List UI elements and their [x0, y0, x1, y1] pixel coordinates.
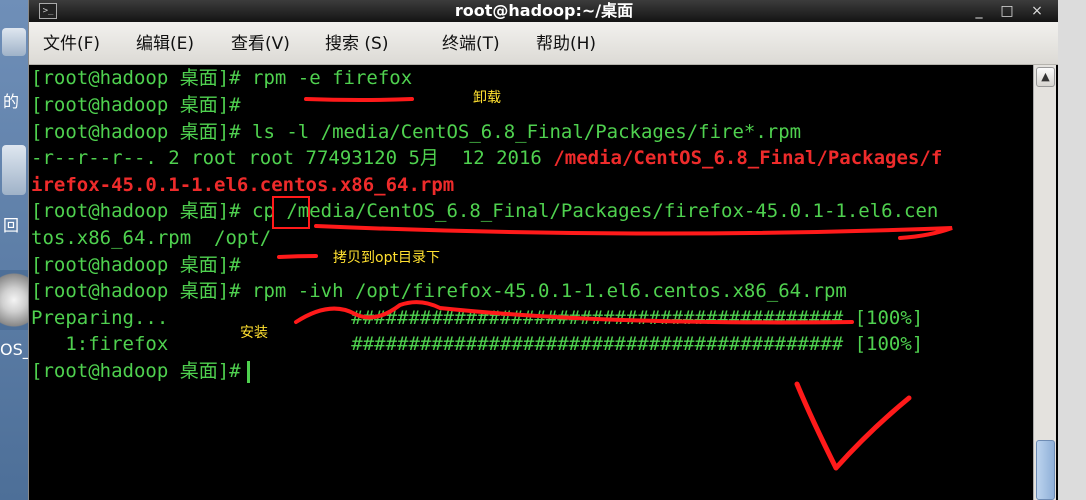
terminal-line: tos.x86_64.rpm /opt/	[31, 227, 272, 249]
terminal-line: [root@hadoop 桌面]# rpm -ivh /opt/firefox-…	[31, 280, 847, 302]
maximize-button[interactable]: □	[995, 0, 1019, 22]
terminal-line: -r--r--r--. 2 root root 77493120 5月 12 2…	[31, 147, 943, 169]
window-title: root@hadoop:~/桌面	[454, 1, 634, 20]
terminal-output[interactable]: [root@hadoop 桌面]# rpm -e firefox [root@h…	[29, 65, 1033, 500]
terminal-line: irefox-45.0.1-1.el6.centos.x86_64.rpm	[31, 174, 455, 196]
terminal-line: [root@hadoop 桌面]#	[31, 358, 250, 385]
terminal-line: 1:firefox ##############################…	[31, 333, 924, 355]
title-bar[interactable]: >_ root@hadoop:~/桌面 _ □ ×	[29, 0, 1059, 22]
close-button[interactable]: ×	[1025, 0, 1049, 22]
vertical-scrollbar[interactable]: ▲	[1033, 65, 1056, 500]
terminal-line: [root@hadoop 桌面]# rpm -e firefox	[31, 67, 413, 89]
desktop-label-2: 回	[3, 216, 20, 235]
text-cursor	[246, 360, 250, 383]
desktop-label-1: 的	[3, 92, 20, 111]
menu-help[interactable]: 帮助(H)	[536, 22, 596, 66]
terminal-line: Preparing... ###########################…	[31, 307, 924, 329]
terminal-line: [root@hadoop 桌面]#	[31, 254, 241, 276]
terminal-line: [root@hadoop 桌面]#	[31, 94, 241, 116]
menu-terminal[interactable]: 终端(T)	[442, 22, 500, 66]
annotation-uninstall: 卸载	[473, 90, 501, 106]
terminal-line: [root@hadoop 桌面]# cp /media/CentOS_6.8_F…	[31, 200, 939, 222]
menu-view[interactable]: 查看(V)	[231, 22, 290, 66]
menu-search[interactable]: 搜索 (S)	[325, 22, 388, 66]
desktop-right-edge	[1058, 0, 1086, 500]
disc-icon[interactable]	[0, 270, 30, 330]
terminal-window: >_ root@hadoop:~/桌面 _ □ × 文件(F) 编辑(E) 查看…	[28, 0, 1059, 500]
annotation-install: 安装	[240, 325, 268, 341]
terminal-line: [root@hadoop 桌面]# ls -l /media/CentOS_6.…	[31, 121, 802, 143]
scroll-thumb[interactable]	[1036, 440, 1055, 500]
menu-file[interactable]: 文件(F)	[43, 22, 100, 66]
menu-bar: 文件(F) 编辑(E) 查看(V) 搜索 (S) 终端(T) 帮助(H)	[29, 22, 1059, 65]
scroll-up-arrow-icon[interactable]: ▲	[1036, 67, 1055, 87]
menu-edit[interactable]: 编辑(E)	[136, 22, 194, 66]
folder-icon[interactable]	[2, 28, 26, 56]
desktop-edge: 的 回 OS_	[0, 0, 31, 500]
minimize-button[interactable]: _	[967, 0, 991, 22]
trash-icon[interactable]	[2, 145, 26, 195]
desktop-label-3: OS_	[0, 340, 31, 359]
annotation-copy: 拷贝到opt目录下	[333, 250, 440, 266]
